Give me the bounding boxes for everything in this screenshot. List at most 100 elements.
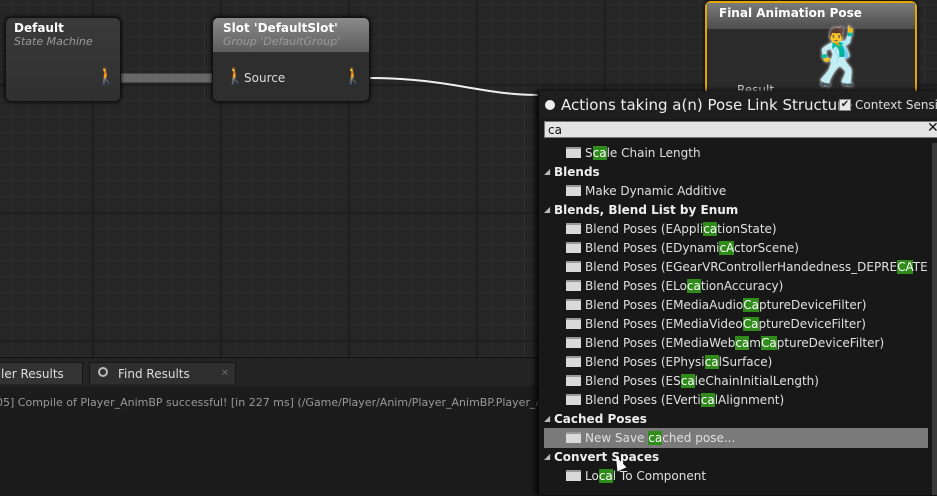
action-row[interactable]: Blend Poses (EApplicationState) [544,219,928,239]
node-subtitle: State Machine [14,35,93,48]
category-row[interactable]: ◢ Cached Poses [544,409,928,429]
label-fragment: Make Dynamic Additive [585,184,727,198]
row-label: Blend Poses (EVerticalAlignment) [585,390,784,410]
pose-link-icon [545,100,555,110]
tab-label: ler Results [1,367,64,381]
category-row[interactable]: ◢ Blends [544,162,928,182]
row-label: Blend Poses (EDynamicActorScene) [585,238,799,258]
label-fragment: S [585,146,593,160]
collapse-triangle-icon[interactable]: ◢ [544,409,550,429]
tab-find-results[interactable]: Find Results ✕ [89,362,236,384]
action-row[interactable]: Blend Poses (EPhysicalSurface) [544,352,928,372]
mannequin-icon: 🕺 [805,25,873,88]
function-icon [566,242,581,253]
function-icon [566,470,581,481]
function-icon [566,185,581,196]
row-label: New Save cached pose... [585,428,735,448]
label-fragment: l To Component [612,469,707,483]
action-row[interactable]: New Save cached pose... [544,428,928,448]
action-row[interactable]: Blend Poses (EScaleChainInitialLength) [544,371,928,391]
action-row[interactable]: Blend Poses (EMediaWebcamCaptureDeviceFi… [544,333,928,353]
match-highlight: cA [719,241,735,255]
match-highlight: ca [703,222,718,236]
node-title: Slot 'DefaultSlot' [223,21,338,35]
match-highlight: ca [648,431,663,445]
match-highlight: ca [592,146,607,160]
pose-pin-icon[interactable]: 🚶 [343,66,363,85]
close-icon[interactable]: ✕ [221,363,229,385]
node-title: Final Animation Pose [719,6,862,20]
row-label: Blend Poses (EApplicationState) [585,219,777,239]
label-fragment: TE [912,260,928,274]
match-highlight: ca [700,393,715,407]
action-row[interactable]: Local To Component [544,466,928,486]
label-fragment: lAlignment) [714,393,785,407]
function-icon [566,261,581,272]
label-fragment: ptureDeviceFilter) [758,317,866,331]
node-subtitle: Group 'DefaultGroup' [223,35,341,48]
context-sensitive-label: Context Sensitive [855,98,937,112]
label-fragment: ptureDeviceFilter) [776,336,885,350]
collapse-triangle-icon[interactable]: ◢ [544,200,550,220]
function-icon [566,337,581,348]
action-row[interactable]: Blend Poses (EDynamicActorScene) [544,238,928,258]
label-fragment: Blend Poses (EPhysi [585,355,705,369]
close-icon[interactable]: ✕ [927,120,937,136]
pose-wire-slot-to-final [367,77,541,96]
label-fragment: Blend Poses (EGearVRControllerHandedness… [585,260,898,274]
collapse-triangle-icon[interactable]: ◢ [544,162,550,182]
pose-pin-icon[interactable]: 🚶 [225,66,245,85]
collapse-triangle-icon[interactable]: ◢ [544,447,550,467]
function-icon [566,375,581,386]
category-row[interactable]: ◢ Blends, Blend List by Enum [544,200,928,220]
label-fragment: Blend Poses (ES [585,374,681,388]
label-fragment: Blend Poses (EAppli [585,222,704,236]
function-icon [566,318,581,329]
node-default-state-machine[interactable]: Default State Machine 🚶 [5,17,121,102]
action-row[interactable]: Blend Poses (ELocationAccuracy) [544,276,928,296]
function-icon [566,394,581,405]
action-row[interactable]: Make Dynamic Additive [544,181,928,201]
match-highlight: ca [598,469,613,483]
label-fragment: ptureDeviceFilter) [758,298,867,312]
label-fragment: Blend Poses (EVerti [585,393,701,407]
node-slot[interactable]: Slot 'DefaultSlot' Group 'DefaultGroup' … [212,17,370,102]
match-highlight: ca [686,279,701,293]
row-label: Blend Poses (EMediaWebcamCaptureDeviceFi… [585,333,884,353]
action-row[interactable]: Blend Poses (EMediaVideoCaptureDeviceFil… [544,314,928,334]
row-label: Convert Spaces [554,447,659,467]
function-icon [566,147,581,158]
node-title: Default [14,21,64,35]
context-sensitive-checkbox[interactable]: ✔ [839,99,851,111]
label-fragment: Blend Poses (EMediaVideo [585,317,743,331]
label-fragment: Blend Poses (ELo [585,279,687,293]
function-icon [566,432,581,443]
row-label: Blend Poses (EMediaVideoCaptureDeviceFil… [585,314,866,334]
label-fragment: le Chain Length [606,146,701,160]
log-line: 05] Compile of Player_AnimBP successful!… [0,396,543,409]
function-icon [566,299,581,310]
action-row[interactable]: Blend Poses (EGearVRControllerHandedness… [544,257,928,277]
function-icon [566,280,581,291]
label-fragment: m [749,336,761,350]
action-row[interactable]: Blend Poses (EMediaAudioCaptureDeviceFil… [544,295,928,315]
action-menu: Actions taking a(n) Pose Link Structure … [538,91,937,495]
label-fragment: ched pose... [662,431,736,445]
row-label: Blend Poses (EMediaAudioCaptureDeviceFil… [585,295,866,315]
label-fragment: Blend Poses (EMediaWeb [585,336,736,350]
row-label: Blend Poses (ELocationAccuracy) [585,276,783,296]
match-highlight: ca [704,355,719,369]
pose-pin-icon[interactable]: 🚶 [96,66,116,85]
action-row[interactable]: Blend Poses (EVerticalAlignment) [544,390,928,410]
label-fragment: Cached Poses [554,412,647,426]
category-row[interactable]: ◢ Convert Spaces [544,447,928,467]
row-label: Blends, Blend List by Enum [554,200,738,220]
row-label: Blends [554,162,600,182]
scrollbar[interactable] [932,143,937,495]
tab-compiler-results[interactable]: ler Results [0,362,83,384]
search-input[interactable] [544,121,937,138]
label-fragment: tionAccuracy) [700,279,784,293]
label-fragment: Blend Poses (EDynami [585,241,720,255]
row-label: Scale Chain Length [585,143,701,163]
action-row[interactable]: Scale Chain Length [544,143,928,163]
